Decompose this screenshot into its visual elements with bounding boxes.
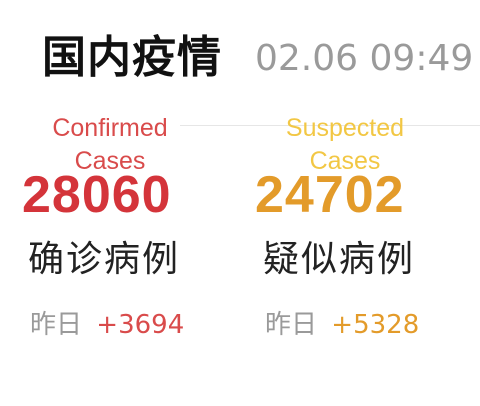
update-timestamp: 02.06 09:49 [255,38,474,79]
confirmed-cases-card[interactable]: Confirmed Cases 28060 确诊病例 昨日 +3694 [20,112,230,352]
suspected-cases-card[interactable]: Suspected Cases 24702 疑似病例 昨日 +5328 [255,112,465,352]
suspected-count: 24702 [255,166,405,224]
suspected-delta-row: 昨日 +5328 [265,308,419,342]
suspected-delta-label: 昨日 [265,310,318,340]
epidemic-summary-panel: 国内疫情 02.06 09:49 Confirmed Cases 28060 确… [0,0,480,406]
confirmed-delta-row: 昨日 +3694 [30,308,184,342]
confirmed-count: 28060 [22,166,172,224]
confirmed-delta-label: 昨日 [30,310,83,340]
suspected-chinese-label: 疑似病例 [263,239,416,280]
confirmed-chinese-label: 确诊病例 [28,239,181,280]
page-title: 国内疫情 [42,32,222,83]
suspected-delta-value: +5328 [331,310,420,340]
confirmed-delta-value: +3694 [96,310,185,340]
